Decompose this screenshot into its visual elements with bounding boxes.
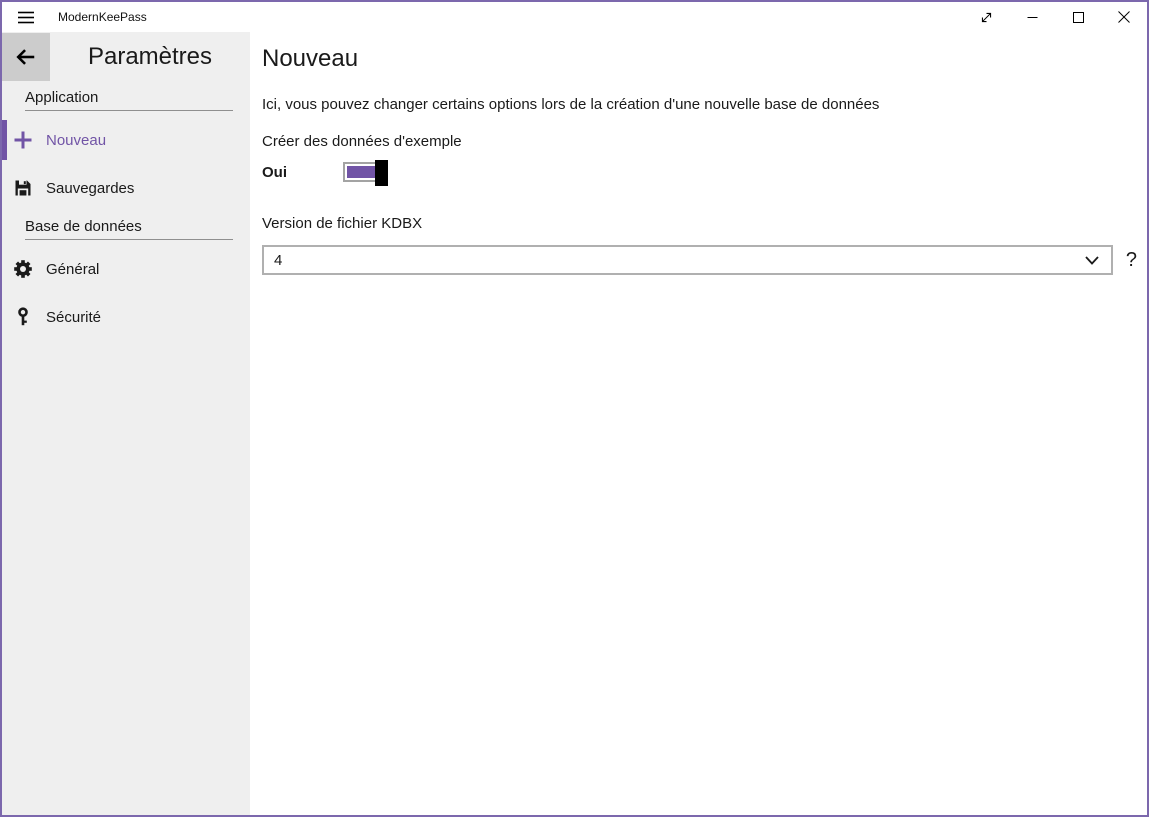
close-button[interactable] <box>1101 2 1147 32</box>
page-title: Nouveau <box>262 44 1139 74</box>
sidebar-item-label: Sauvegardes <box>46 180 134 197</box>
hamburger-icon <box>18 11 34 24</box>
maximize-button[interactable] <box>1055 2 1101 32</box>
fullscreen-icon <box>980 11 993 24</box>
sidebar-item-label: Nouveau <box>46 132 106 149</box>
toggle-state-label: Oui <box>262 164 343 181</box>
save-icon <box>13 178 33 198</box>
minimize-button[interactable] <box>1009 2 1055 32</box>
minimize-icon <box>1027 12 1038 23</box>
titlebar: ModernKeePass <box>2 2 1147 32</box>
sidebar-item-general[interactable]: Général <box>2 249 250 289</box>
settings-sidebar: Paramètres Application Nouveau <box>2 32 250 815</box>
section-label-base-de-donnees: Base de données <box>25 218 233 240</box>
kdbx-version-row: 4 ? <box>262 245 1139 275</box>
section-label-application: Application <box>25 89 233 111</box>
kdbx-version-label: Version de fichier KDBX <box>262 215 1139 232</box>
kdbx-version-value: 4 <box>274 252 282 269</box>
fullscreen-button[interactable] <box>963 2 1009 32</box>
sidebar-item-securite[interactable]: Sécurité <box>2 297 250 337</box>
sidebar-item-label: Sécurité <box>46 309 101 326</box>
plus-icon <box>13 130 33 150</box>
hamburger-menu-button[interactable] <box>2 2 50 32</box>
maximize-icon <box>1073 12 1084 23</box>
kdbx-version-select[interactable]: 4 <box>262 245 1113 275</box>
back-arrow-icon <box>15 46 37 68</box>
sidebar-header: Paramètres <box>2 33 250 81</box>
chevron-down-icon <box>1085 256 1099 265</box>
back-button[interactable] <box>2 33 50 81</box>
sample-data-toggle-row: Oui <box>262 159 1139 185</box>
sample-data-toggle[interactable] <box>343 162 387 182</box>
sidebar-item-label: Général <box>46 261 99 278</box>
kdbx-help-button[interactable]: ? <box>1126 250 1137 270</box>
sidebar-item-nouveau[interactable]: Nouveau <box>2 120 250 160</box>
page-description: Ici, vous pouvez changer certains option… <box>262 96 1139 113</box>
key-icon <box>13 307 33 327</box>
app-window: ModernKeePass <box>0 0 1149 817</box>
gear-icon <box>13 259 33 279</box>
settings-title: Paramètres <box>50 33 250 81</box>
selection-indicator <box>2 120 7 160</box>
sample-data-label: Créer des données d'exemple <box>262 133 1139 150</box>
sidebar-item-sauvegardes[interactable]: Sauvegardes <box>2 168 250 208</box>
toggle-knob[interactable] <box>375 160 388 186</box>
close-icon <box>1118 11 1130 23</box>
settings-panel-nouveau: Nouveau Ici, vous pouvez changer certain… <box>250 32 1147 815</box>
app-title: ModernKeePass <box>58 10 147 24</box>
